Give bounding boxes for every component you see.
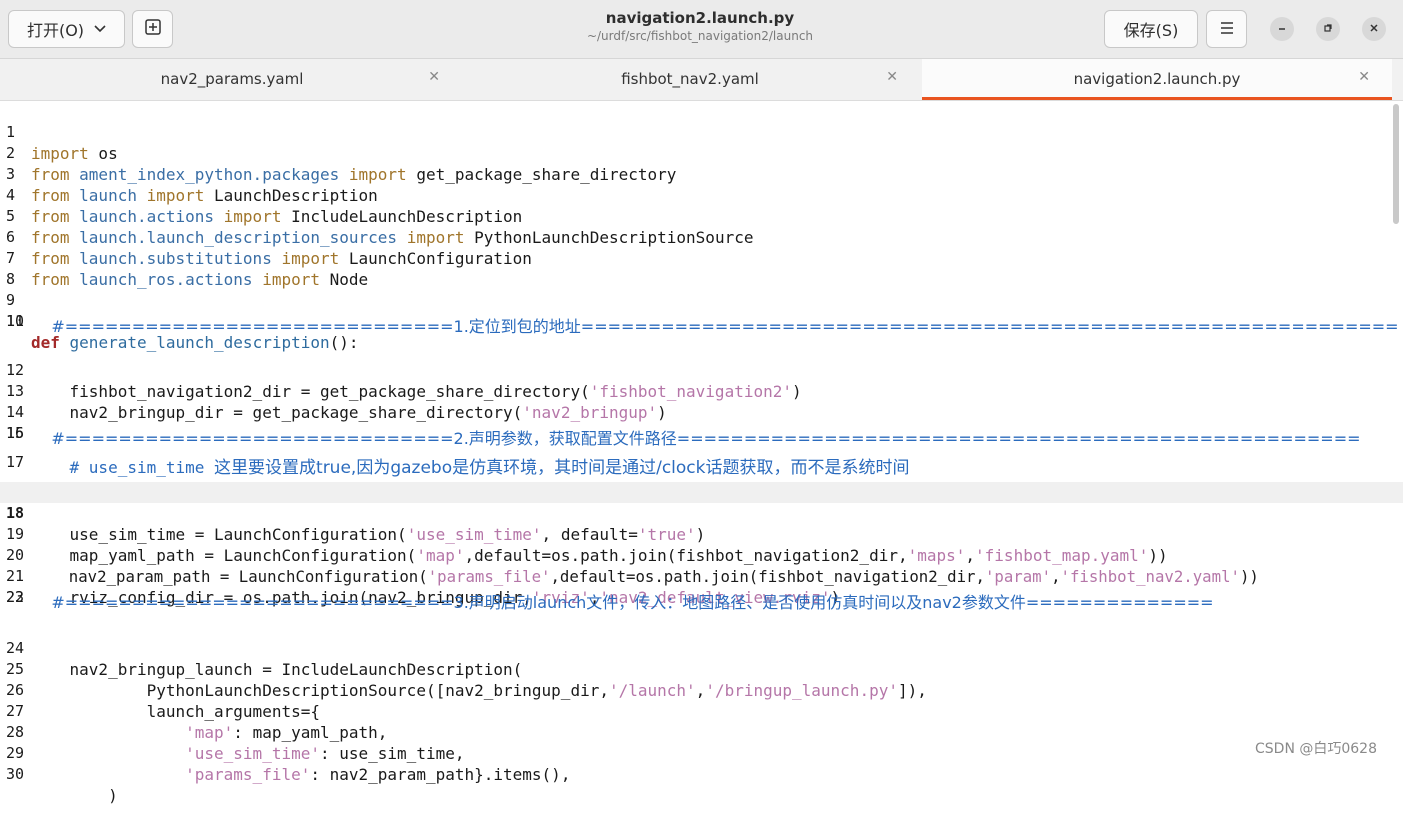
code-comment: 这里要设置成true,因为gazebo是仿真环境，其时间是通过/clock话题获… <box>214 458 910 478</box>
chevron-down-icon <box>94 22 106 36</box>
tab-nav2-params[interactable]: nav2_params.yaml ✕ <box>2 59 462 99</box>
code-line: 24 nav2_bringup_launch = IncludeLaunchDe… <box>0 617 1403 679</box>
code-line: 20 nav2_param_path = LaunchConfiguration… <box>0 524 1403 586</box>
pin-icon <box>144 18 162 40</box>
code-line: 30 ) <box>0 743 1403 805</box>
main-menu-button[interactable] <box>1206 10 1247 48</box>
tab-navigation2-launch[interactable]: navigation2.launch.py ✕ <box>922 59 1392 100</box>
tab-label: nav2_params.yaml <box>160 70 304 88</box>
line-number: 11 <box>6 312 25 330</box>
code-line: 21 rviz_config_dir = os.path.join(nav2_b… <box>0 545 1403 607</box>
code-line: 15 <box>0 402 1403 442</box>
code-line: 17 # use_sim_time 这里要设置成true,因为gazebo是仿真… <box>0 453 1403 479</box>
close-icon[interactable]: ✕ <box>1358 69 1370 85</box>
window-title-block: navigation2.launch.py ~/urdf/src/fishbot… <box>500 9 900 43</box>
code-line: 8 <box>0 248 1403 288</box>
code-string: 'params_file' <box>185 765 311 784</box>
tab-fishbot-nav2[interactable]: fishbot_nav2.yaml ✕ <box>460 59 920 99</box>
code-line: 25 PythonLaunchDescriptionSource([nav2_b… <box>0 638 1403 700</box>
code-token: : nav2_param_path}.items(), <box>310 765 571 784</box>
code-line: 16 #=============================2.声明参数，… <box>0 424 1403 449</box>
line-number: 16 <box>6 424 25 442</box>
restore-icon <box>1323 22 1333 37</box>
code-comment: #=============================2.声明参数，获取配… <box>31 429 1361 448</box>
tab-label: navigation2.launch.py <box>1073 70 1241 88</box>
close-icon[interactable]: ✕ <box>886 69 898 85</box>
tab-bar: nav2_params.yaml ✕ fishbot_nav2.yaml ✕ n… <box>0 59 1403 101</box>
open-button[interactable]: 打开(O) <box>8 10 125 48</box>
code-comment: #=============================3.声明启动laun… <box>31 593 1214 612</box>
tab-label: fishbot_nav2.yaml <box>621 70 759 88</box>
code-line: 27 'map': map_yaml_path, <box>0 680 1403 742</box>
line-number: 17 <box>6 453 25 471</box>
minimize-icon <box>1277 22 1287 37</box>
code-line: 9 <box>0 269 1403 309</box>
code-line: 2 from ament_index_python.packages impor… <box>0 122 1403 184</box>
close-icon[interactable]: ✕ <box>428 69 440 85</box>
code-line-current: 18 use_sim_time = LaunchConfiguration('u… <box>0 482 1403 544</box>
save-button[interactable]: 保存(S) <box>1104 10 1198 48</box>
code-line: 10 def generate_launch_description(): <box>0 290 1403 352</box>
code-line: 23 #=============================3.声明启动l… <box>0 588 1403 613</box>
close-icon <box>1369 22 1379 37</box>
code-token: ) <box>31 786 118 805</box>
line-number: 30 <box>6 765 25 783</box>
code-line: 28 'use_sim_time': use_sim_time, <box>0 701 1403 763</box>
line-number: 23 <box>6 588 25 606</box>
new-document-button[interactable] <box>132 10 173 48</box>
code-line: 3 from launch import LaunchDescription <box>0 143 1403 205</box>
code-line: 11 #=============================1.定位到包的… <box>0 312 1403 337</box>
code-line: 7 from launch_ros.actions import Node <box>0 227 1403 289</box>
code-line: 29 'params_file': nav2_param_path}.items… <box>0 722 1403 784</box>
watermark: CSDN @白巧0628 <box>1255 741 1377 757</box>
window-title: navigation2.launch.py <box>605 9 795 27</box>
code-line: 14 <box>0 381 1403 421</box>
code-line: 13 nav2_bringup_dir = get_package_share_… <box>0 360 1403 422</box>
save-button-label: 保存(S) <box>1123 21 1179 40</box>
hamburger-icon <box>1219 20 1235 39</box>
code-comment: #=============================1.定位到包的地址=… <box>31 317 1399 336</box>
code-comment: # use_sim_time <box>31 458 215 477</box>
close-window-button[interactable] <box>1362 17 1386 41</box>
code-line: 12 fishbot_navigation2_dir = get_package… <box>0 339 1403 401</box>
header-bar: 打开(O) navigation2.launch.py ~/urdf/src/f… <box>0 0 1403 59</box>
code-line: 4 from launch.actions import IncludeLaun… <box>0 164 1403 226</box>
editor-scrollbar[interactable] <box>1393 104 1399 224</box>
code-editor[interactable]: 1 import os 2 from ament_index_python.pa… <box>0 101 1403 805</box>
window-subtitle: ~/urdf/src/fishbot_navigation2/launch <box>586 29 814 43</box>
restore-button[interactable] <box>1316 17 1340 41</box>
code-line: 22 <box>0 566 1403 606</box>
code-line: 19 map_yaml_path = LaunchConfiguration('… <box>0 503 1403 565</box>
open-button-label: 打开(O) <box>26 21 85 40</box>
code-line: 1 import os <box>0 101 1403 163</box>
code-line: 6 from launch.substitutions import Launc… <box>0 206 1403 268</box>
code-line: 26 launch_arguments={ <box>0 659 1403 721</box>
minimize-button[interactable] <box>1270 17 1294 41</box>
code-line: 5 from launch.launch_description_sources… <box>0 185 1403 247</box>
